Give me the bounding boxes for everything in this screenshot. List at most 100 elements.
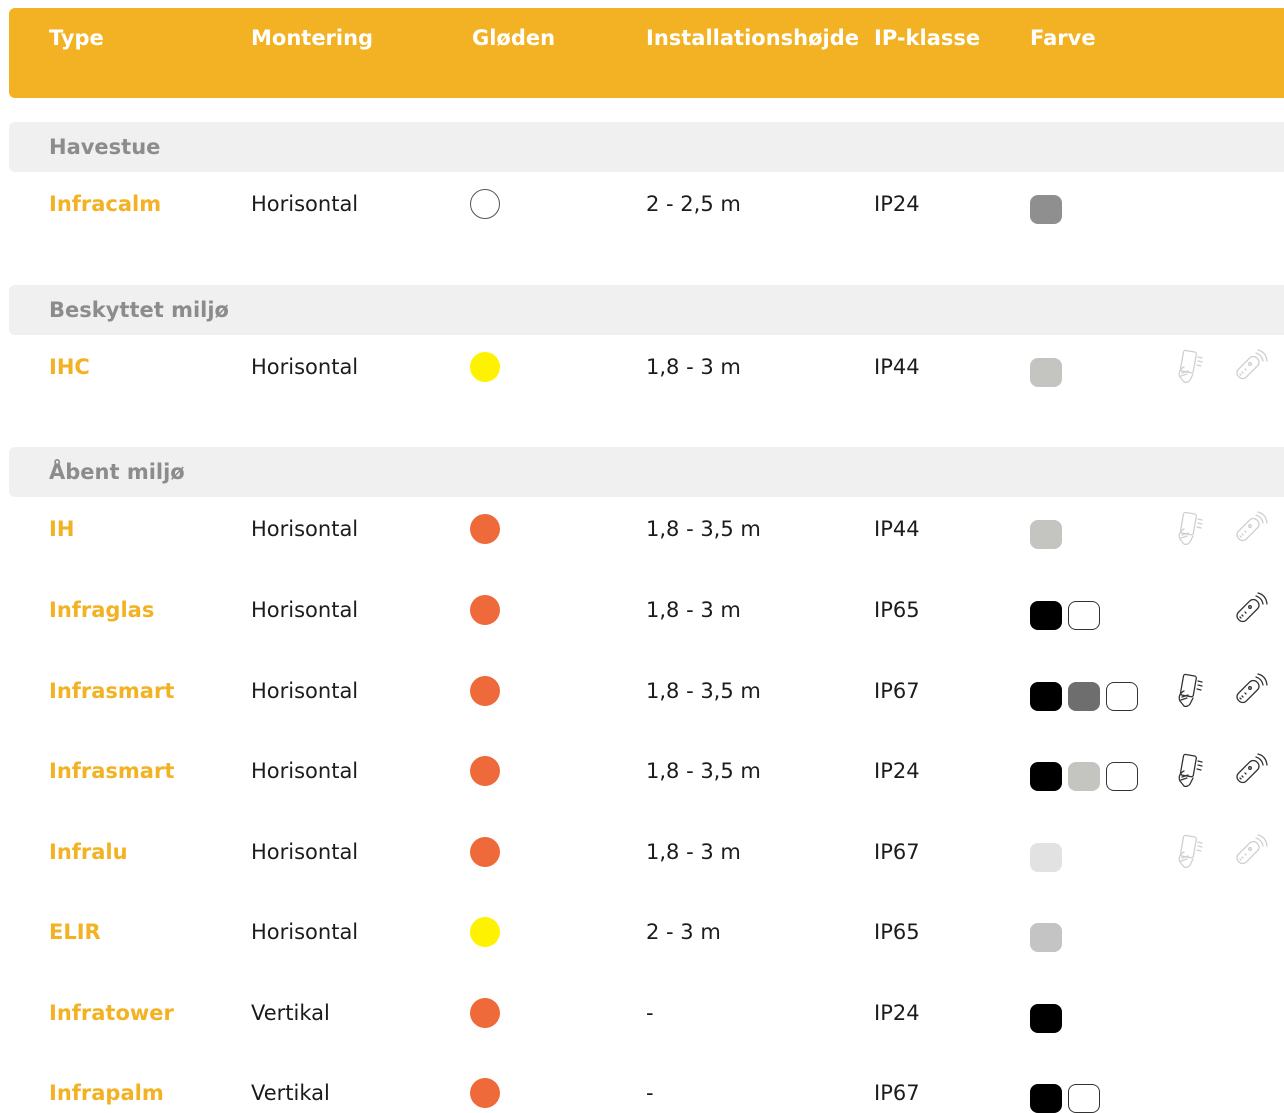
glow-indicator (470, 514, 500, 544)
product-row: ELIR Horisontal 2 - 3 m IP65 (0, 912, 1284, 952)
color-swatch (1030, 520, 1062, 549)
install-height-value: 1,8 - 3,5 m (646, 759, 761, 783)
group-label: Beskyttet miljø (49, 298, 229, 322)
glow-indicator (470, 998, 500, 1028)
mounting-value: Horisontal (251, 920, 359, 944)
glow-indicator (470, 1078, 500, 1108)
mounting-value: Vertikal (251, 1081, 330, 1105)
mounting-value: Horisontal (251, 517, 359, 541)
glow-indicator (470, 189, 500, 219)
group-header-havestue: Havestue (9, 122, 1284, 172)
glow-indicator (470, 837, 500, 867)
install-height-value: - (646, 1001, 654, 1025)
ip-class-value: IP65 (874, 920, 920, 944)
phone-app-icon (1168, 347, 1212, 387)
color-swatch (1030, 682, 1062, 711)
color-swatch (1106, 762, 1138, 791)
mounting-value: Vertikal (251, 1001, 330, 1025)
product-row: Infrapalm Vertikal - IP67 (0, 1073, 1284, 1113)
ip-class-value: IP67 (874, 1081, 920, 1105)
mounting-value: Horisontal (251, 192, 359, 216)
product-type-link[interactable]: ELIR (49, 920, 101, 944)
header-glow[interactable]: Gløden (472, 26, 555, 50)
ip-class-value: IP24 (874, 759, 920, 783)
ip-class-value: IP44 (874, 355, 920, 379)
product-type-link[interactable]: IHC (49, 355, 90, 379)
color-swatch (1030, 1084, 1062, 1113)
phone-app-icon (1168, 509, 1212, 549)
glow-indicator (470, 595, 500, 625)
remote-control-icon (1226, 590, 1270, 630)
remote-control-icon (1226, 671, 1270, 711)
phone-app-icon (1168, 832, 1212, 872)
product-type-link[interactable]: Infratower (49, 1001, 174, 1025)
mounting-value: Horisontal (251, 355, 359, 379)
product-type-link[interactable]: Infrasmart (49, 679, 174, 703)
color-swatch (1068, 762, 1100, 791)
product-row: IH Horisontal 1,8 - 3,5 m IP44 (0, 509, 1284, 549)
phone-app-icon (1168, 751, 1212, 791)
phone-app-icon (1168, 671, 1212, 711)
product-row: Infrasmart Horisontal 1,8 - 3,5 m IP67 (0, 671, 1284, 711)
product-row: Infraglas Horisontal 1,8 - 3 m IP65 (0, 590, 1284, 630)
group-header-beskyttet: Beskyttet miljø (9, 285, 1284, 335)
product-row: Infralu Horisontal 1,8 - 3 m IP67 (0, 832, 1284, 872)
color-swatch (1030, 843, 1062, 872)
product-type-link[interactable]: IH (49, 517, 74, 541)
color-swatch (1106, 682, 1138, 711)
table-header (9, 8, 1284, 98)
color-swatch (1030, 923, 1062, 952)
remote-control-icon (1226, 751, 1270, 791)
product-row: Infracalm Horisontal 2 - 2,5 m IP24 (0, 184, 1284, 224)
header-ip-class[interactable]: IP-klasse (874, 26, 980, 50)
color-swatch (1030, 1004, 1062, 1033)
color-swatch (1030, 358, 1062, 387)
mounting-value: Horisontal (251, 598, 359, 622)
install-height-value: - (646, 1081, 654, 1105)
install-height-value: 1,8 - 3 m (646, 598, 741, 622)
ip-class-value: IP44 (874, 517, 920, 541)
remote-control-icon (1226, 347, 1270, 387)
product-type-link[interactable]: Infrasmart (49, 759, 174, 783)
ip-class-value: IP67 (874, 840, 920, 864)
ip-class-value: IP65 (874, 598, 920, 622)
install-height-value: 2 - 3 m (646, 920, 721, 944)
glow-indicator (470, 756, 500, 786)
color-swatch (1068, 601, 1100, 630)
ip-class-value: IP24 (874, 1001, 920, 1025)
header-install-height[interactable]: Installationshøjde (646, 26, 859, 50)
mounting-value: Horisontal (251, 679, 359, 703)
color-swatch (1030, 601, 1062, 630)
remote-control-icon (1226, 832, 1270, 872)
install-height-value: 1,8 - 3 m (646, 840, 741, 864)
product-row: IHC Horisontal 1,8 - 3 m IP44 (0, 347, 1284, 387)
header-type[interactable]: Type (49, 26, 104, 50)
mounting-value: Horisontal (251, 759, 359, 783)
mounting-value: Horisontal (251, 840, 359, 864)
glow-indicator (470, 917, 500, 947)
install-height-value: 1,8 - 3,5 m (646, 679, 761, 703)
glow-indicator (470, 676, 500, 706)
product-type-link[interactable]: Infrapalm (49, 1081, 164, 1105)
color-swatch (1030, 762, 1062, 791)
color-swatch (1068, 1084, 1100, 1113)
product-type-link[interactable]: Infracalm (49, 192, 161, 216)
header-color[interactable]: Farve (1030, 26, 1096, 50)
ip-class-value: IP67 (874, 679, 920, 703)
install-height-value: 2 - 2,5 m (646, 192, 741, 216)
product-type-link[interactable]: Infraglas (49, 598, 154, 622)
header-mount[interactable]: Montering (251, 26, 373, 50)
group-label: Havestue (49, 135, 161, 159)
product-type-link[interactable]: Infralu (49, 840, 128, 864)
group-header-aabent: Åbent miljø (9, 447, 1284, 497)
ip-class-value: IP24 (874, 192, 920, 216)
install-height-value: 1,8 - 3,5 m (646, 517, 761, 541)
glow-indicator (470, 352, 500, 382)
color-swatch (1068, 682, 1100, 711)
product-row: Infratower Vertikal - IP24 (0, 993, 1284, 1033)
product-row: Infrasmart Horisontal 1,8 - 3,5 m IP24 (0, 751, 1284, 791)
install-height-value: 1,8 - 3 m (646, 355, 741, 379)
group-label: Åbent miljø (49, 460, 185, 484)
remote-control-icon (1226, 509, 1270, 549)
color-swatch (1030, 195, 1062, 224)
